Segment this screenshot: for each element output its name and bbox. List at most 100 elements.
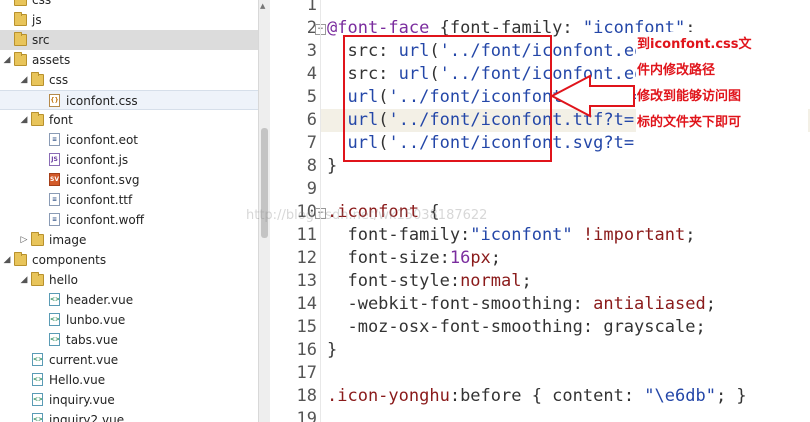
tree-item-iconfont-js[interactable]: JS iconfont.js bbox=[0, 150, 258, 170]
file-file-icon: ≡ bbox=[49, 133, 60, 146]
tree-item-src[interactable]: src bbox=[0, 30, 258, 50]
line-number: 1 bbox=[306, 0, 317, 15]
tree-item-label: assets bbox=[32, 53, 71, 67]
code-line[interactable] bbox=[327, 0, 810, 17]
annotation-line: 修改到能够访问图 bbox=[637, 89, 742, 104]
tree-item-assets[interactable]: ◢ assets bbox=[0, 50, 258, 70]
tree-item-font[interactable]: ◢ font bbox=[0, 110, 258, 130]
line-number: 18 bbox=[296, 386, 317, 406]
folder-icon bbox=[14, 0, 27, 6]
line-number: 12 bbox=[296, 248, 317, 268]
tree-item-label: css bbox=[32, 0, 52, 7]
tree-item-current-vue[interactable]: <> current.vue bbox=[0, 350, 258, 370]
vue-file-icon: <> bbox=[32, 393, 43, 406]
code-line[interactable]: } bbox=[327, 339, 810, 362]
line-number: 8 bbox=[306, 156, 317, 176]
line-number: 9 bbox=[306, 179, 317, 199]
tree-item-label: tabs.vue bbox=[66, 333, 118, 347]
code-line[interactable]: .icon-yonghu:before { content: "\e6db"; … bbox=[327, 385, 810, 408]
expanded-arrow-icon[interactable]: ◢ bbox=[19, 110, 29, 130]
line-number: 16 bbox=[296, 340, 317, 360]
code-line[interactable]: font-style:normal; bbox=[327, 270, 810, 293]
line-number: 7 bbox=[306, 133, 317, 153]
tree-item-tabs-vue[interactable]: <> tabs.vue bbox=[0, 330, 258, 350]
scroll-up-icon[interactable]: ▲ bbox=[260, 2, 265, 10]
tree-item-iconfont-svg[interactable]: SVG iconfont.svg bbox=[0, 170, 258, 190]
line-number: 19 bbox=[296, 409, 317, 422]
collapsed-arrow-icon[interactable]: ▷ bbox=[19, 230, 29, 250]
annotation-line: 标的文件夹下即可 bbox=[637, 115, 742, 130]
file-file-icon: ≡ bbox=[49, 213, 60, 226]
tree-item-components[interactable]: ◢ components bbox=[0, 250, 258, 270]
tree-item-css[interactable]: ◢ css bbox=[0, 70, 258, 90]
annotation-line: 件内修改路径 bbox=[637, 63, 716, 78]
code-line[interactable] bbox=[327, 178, 810, 201]
expanded-arrow-icon[interactable]: ◢ bbox=[2, 250, 12, 270]
tree-item-iconfont-eot[interactable]: ≡ iconfont.eot bbox=[0, 130, 258, 150]
line-number: 17 bbox=[296, 363, 317, 383]
line-number: 15 bbox=[296, 317, 317, 337]
line-number: 4 bbox=[306, 64, 317, 84]
tree-item-label: Hello.vue bbox=[49, 373, 106, 387]
tree-item-label: inquiry2.vue bbox=[49, 413, 125, 422]
tree-item-js[interactable]: js bbox=[0, 10, 258, 30]
tree-item-label: iconfont.ttf bbox=[66, 193, 133, 207]
code-line[interactable] bbox=[327, 408, 810, 422]
code-line[interactable]: -webkit-font-smoothing: antialiased; bbox=[327, 293, 810, 316]
vue-file-icon: <> bbox=[49, 313, 60, 326]
tree-item-label: current.vue bbox=[49, 353, 119, 367]
tree-item-label: css bbox=[49, 73, 69, 87]
folder-icon bbox=[31, 112, 44, 126]
tree-item-label: font bbox=[49, 113, 73, 127]
watermark: http://blog.csdn.net/wk15038187622 bbox=[246, 208, 488, 223]
expanded-arrow-icon[interactable]: ◢ bbox=[19, 70, 29, 90]
code-line[interactable] bbox=[327, 362, 810, 385]
tree-item-label: hello bbox=[49, 273, 78, 287]
line-number: 14 bbox=[296, 294, 317, 314]
tree-item-iconfont-woff[interactable]: ≡ iconfont.woff bbox=[0, 210, 258, 230]
tree-item-iconfont-ttf[interactable]: ≡ iconfont.ttf bbox=[0, 190, 258, 210]
tree-item-inquiry-vue[interactable]: <> inquiry.vue bbox=[0, 390, 258, 410]
tree-item-inquiry2-vue[interactable]: <> inquiry2.vue bbox=[0, 410, 258, 422]
line-number: 6 bbox=[306, 110, 317, 130]
tree-item-label: js bbox=[32, 13, 42, 27]
line-number: 13 bbox=[296, 271, 317, 291]
tree-item-hello[interactable]: ◢ hello bbox=[0, 270, 258, 290]
line-number: 11 bbox=[296, 225, 317, 245]
expanded-arrow-icon[interactable]: ◢ bbox=[2, 50, 12, 70]
tree-item-css[interactable]: css bbox=[0, 0, 258, 10]
code-line[interactable]: font-size:16px; bbox=[327, 247, 810, 270]
tree-item-hello-vue[interactable]: <> Hello.vue bbox=[0, 370, 258, 390]
tree-item-label: inquiry.vue bbox=[49, 393, 115, 407]
tree-item-label: iconfont.eot bbox=[66, 133, 138, 147]
line-number: 3 bbox=[306, 41, 317, 61]
vue-file-icon: <> bbox=[32, 413, 43, 422]
tree-item-label: image bbox=[49, 233, 87, 247]
annotation-line: 到iconfont.css文 bbox=[637, 37, 752, 52]
tree-item-label: iconfont.woff bbox=[66, 213, 144, 227]
folder-icon bbox=[31, 232, 44, 246]
annotation-note: 到iconfont.css文 件内修改路径 修改到能够访问图 标的文件夹下即可 bbox=[636, 32, 808, 160]
code-line[interactable]: -moz-osx-font-smoothing: grayscale; bbox=[327, 316, 810, 339]
vue-file-icon: <> bbox=[49, 333, 60, 346]
tree-item-label: lunbo.vue bbox=[66, 313, 126, 327]
folder-icon bbox=[14, 252, 27, 266]
tree-item-lunbo-vue[interactable]: <> lunbo.vue bbox=[0, 310, 258, 330]
project-explorer: css js src ◢ assets ◢ css{} iconfont.css ◢ font ≡ i… bbox=[0, 0, 259, 422]
tree-item-header-vue[interactable]: <> header.vue bbox=[0, 290, 258, 310]
svg-file-icon: SVG bbox=[49, 173, 60, 186]
file-file-icon: ≡ bbox=[49, 193, 60, 206]
expanded-arrow-icon[interactable]: ◢ bbox=[19, 270, 29, 290]
tree-item-label: components bbox=[32, 253, 107, 267]
folder-icon bbox=[14, 52, 27, 66]
tree-item-label: iconfont.js bbox=[66, 153, 129, 167]
code-line[interactable]: font-family:"iconfont" !important; bbox=[327, 224, 810, 247]
folder-icon bbox=[31, 272, 44, 286]
tree-item-iconfont-css[interactable]: {} iconfont.css bbox=[0, 90, 258, 110]
folder-icon bbox=[14, 12, 27, 26]
vue-file-icon: <> bbox=[32, 373, 43, 386]
vue-file-icon: <> bbox=[32, 353, 43, 366]
tree-item-label: header.vue bbox=[66, 293, 134, 307]
tree-item-image[interactable]: ▷ image bbox=[0, 230, 258, 250]
line-number: 2 bbox=[306, 18, 317, 38]
